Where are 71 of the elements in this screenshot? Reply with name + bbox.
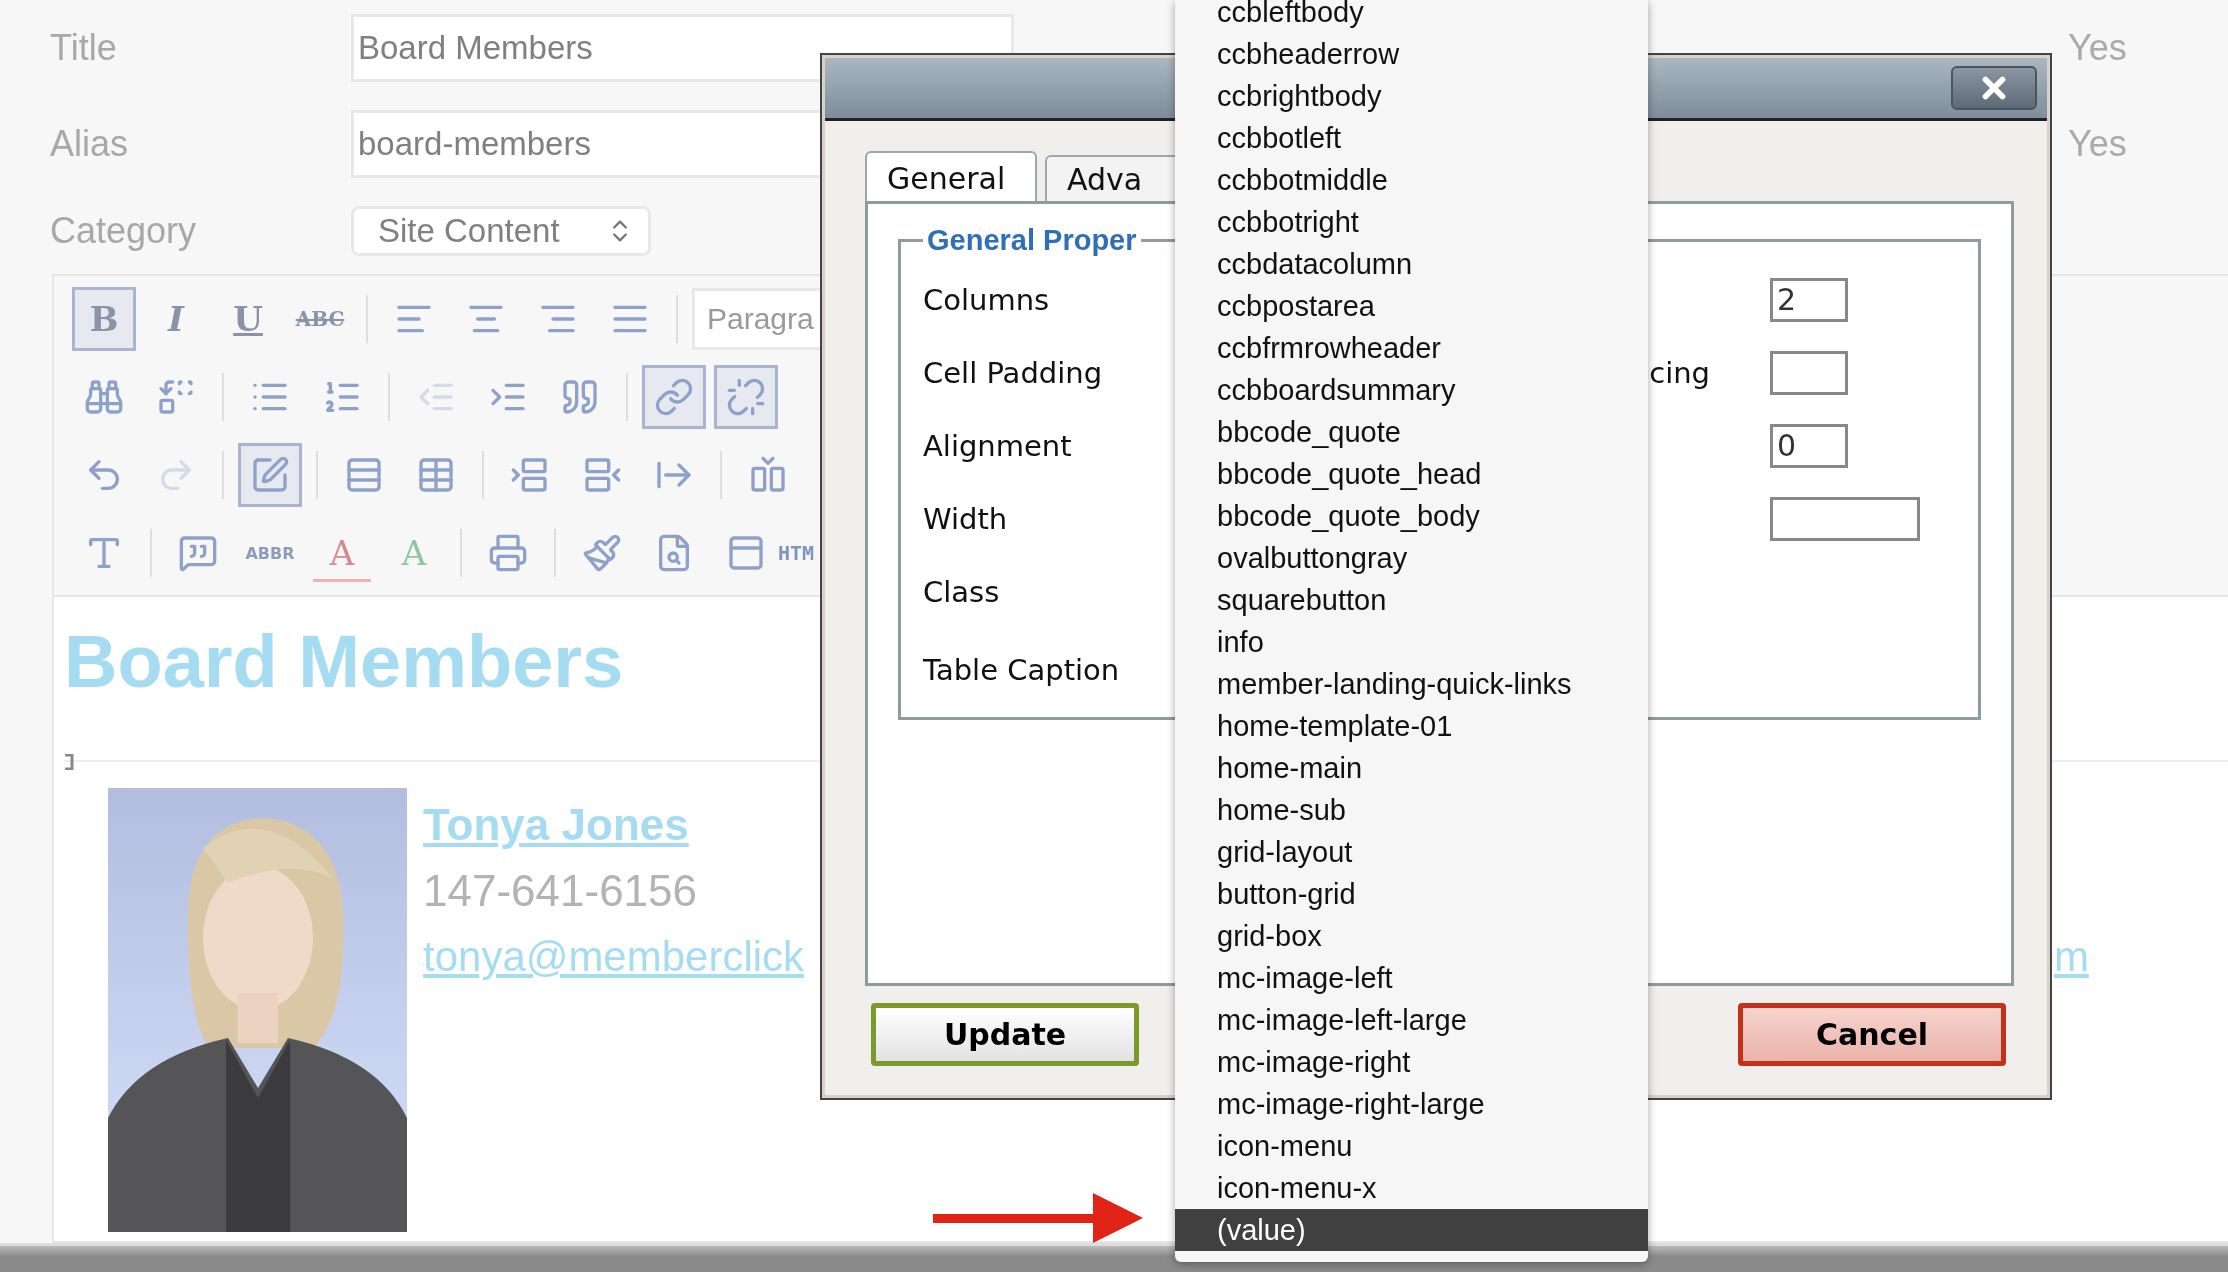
dropdown-option[interactable]: bbcode_quote [1175,411,1648,453]
quote-bubble-icon [178,533,218,573]
dropdown-option[interactable]: bbcode_quote_body [1175,495,1648,537]
property-input[interactable]: 0 [1770,423,1848,468]
dropdown-option[interactable]: ccbrightbody [1175,75,1648,117]
dropdown-option[interactable]: bbcode_quote_head [1175,453,1648,495]
property-label: Cell Padding [923,355,1103,390]
category-select[interactable]: Site Content [351,206,651,256]
radio-label: Yes [2068,27,2127,69]
dropdown-option[interactable]: button-grid [1175,873,1648,915]
dropdown-option[interactable]: icon-menu-x [1175,1167,1648,1209]
dropdown-option[interactable]: mc-image-right [1175,1041,1648,1083]
dropdown-option[interactable]: mc-image-left [1175,957,1648,999]
field-label: Alias [50,123,130,165]
insert-column-icon [748,455,788,495]
table-rows-icon [344,455,384,495]
radio-label: Yes [2068,123,2127,165]
field-label: Title [50,27,118,69]
dropdown-option[interactable]: mc-image-left-large [1175,999,1648,1041]
property-label: Columns [923,282,1050,317]
dropdown-option[interactable]: info [1175,621,1648,663]
link-icon [654,377,694,417]
binoculars-icon [84,377,124,417]
dropdown-option[interactable]: squarebutton [1175,579,1648,621]
table-anchor-icon [64,754,74,771]
unlink-button[interactable] [714,365,778,429]
dropdown-option[interactable]: mc-image-right-large [1175,1083,1648,1125]
group-title: General Proper [926,224,1138,257]
dropdown-option[interactable]: home-main [1175,747,1648,789]
link-button[interactable] [642,365,706,429]
dropdown-option[interactable]: ccbleftbody [1175,0,1648,33]
insert-row-icon [510,455,550,495]
dropdown-option[interactable]: grid-layout [1175,831,1648,873]
property-label: Width [923,501,1008,536]
property-input[interactable] [1770,496,1920,541]
dropdown-option[interactable]: (value) [1175,1209,1648,1251]
property-label: Class [923,574,1000,609]
dropdown-option[interactable]: ccbdatacolumn [1175,243,1648,285]
property-label: Table Caption [923,652,1120,687]
table-pencil-button[interactable] [238,443,302,507]
property-label: cing [1649,355,1710,390]
insert-row-icon [582,455,622,495]
dropdown-option[interactable]: grid-box [1175,915,1648,957]
dropdown-option[interactable]: ccbheaderrow [1175,33,1648,75]
field-label: Category [50,210,198,252]
dropdown-option[interactable]: home-template-01 [1175,705,1648,747]
dropdown-option[interactable]: ovalbuttongray [1175,537,1648,579]
unlink-icon [726,377,766,417]
dropdown-option[interactable]: ccbboardsummary [1175,369,1648,411]
dialog-tab[interactable]: General [865,151,1037,203]
dropdown-option[interactable]: ccbfrmrowheader [1175,327,1648,369]
dropdown-option[interactable]: icon-menu [1175,1125,1648,1167]
brush-icon [582,533,622,573]
dropdown-option[interactable]: ccbpostarea [1175,285,1648,327]
close-button[interactable] [1951,66,2037,110]
panel-icon [726,533,766,573]
property-label: Alignment [923,428,1072,463]
replace-icon [156,377,196,417]
table-pencil-icon [250,455,290,495]
property-input[interactable]: 2 [1770,277,1848,322]
property-input[interactable] [1770,350,1848,395]
printer-icon [488,533,528,573]
member-phone: 147-641-6156 [423,865,697,918]
table-icon [416,455,456,495]
dropdown-option[interactable]: ccbbotright [1175,201,1648,243]
cancel-button[interactable]: Cancel [1738,1003,2006,1066]
update-button[interactable]: Update [871,1003,1139,1066]
quote-icon [560,377,600,417]
dropdown-option[interactable]: member-landing-quick-links [1175,663,1648,705]
page-heading: Board Members [64,621,624,703]
dropdown-option[interactable]: home-sub [1175,789,1648,831]
